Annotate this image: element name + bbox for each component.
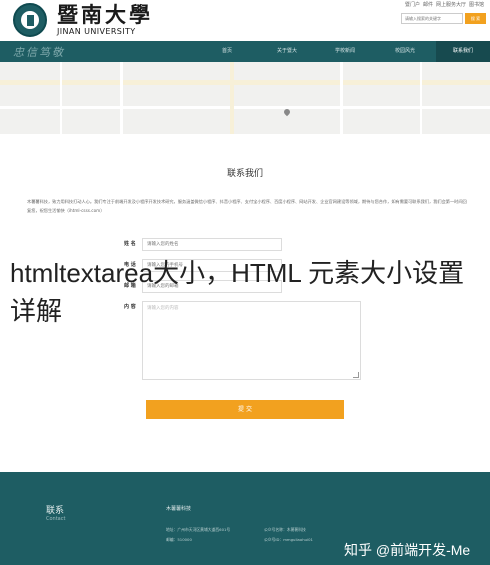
footer-postcode: 邮编：510000 xyxy=(166,537,192,542)
zhihu-watermark: 知乎 @前端开发-Me xyxy=(344,542,471,558)
map-road xyxy=(420,62,422,134)
search-input[interactable] xyxy=(401,13,463,24)
submit-button[interactable]: 提 交 xyxy=(146,400,344,419)
top-link-mail[interactable]: 邮件 xyxy=(423,2,433,8)
university-seal-logo[interactable] xyxy=(13,3,47,37)
nav-item-contact[interactable]: 联系我们 xyxy=(436,41,490,62)
top-link-portal[interactable]: 暨门户 xyxy=(405,2,420,8)
footer-address: 地址：广州市天河区黄埔大道西601号 xyxy=(166,527,231,532)
map-road xyxy=(230,62,234,134)
footer-subtitle: Contact xyxy=(46,516,66,522)
nav-item-about[interactable]: 关于暨大 xyxy=(267,41,307,62)
search-button[interactable]: 搜 索 xyxy=(465,13,486,24)
nav-item-news[interactable]: 学校新闻 xyxy=(325,41,365,62)
contact-intro: 木薯薯科技，致力用科技打动人心。我们专注于前端开发及小程序开发技术研究，服务涵盖… xyxy=(27,199,467,213)
nav-item-home[interactable]: 首页 xyxy=(207,41,247,62)
name-field[interactable] xyxy=(142,238,282,251)
map-road xyxy=(0,80,490,85)
overlay-caption: htmltextarea大小，HTML 元素大小设置详解 xyxy=(10,258,465,326)
name-label: 姓 名 xyxy=(124,241,136,247)
resize-handle-icon[interactable] xyxy=(353,372,359,378)
map-road xyxy=(340,62,343,134)
top-link-service[interactable]: 网上服务大厅 xyxy=(436,2,466,8)
nav-motto: 忠信笃敬 xyxy=(13,46,65,59)
contact-title: 联系我们 xyxy=(226,169,263,179)
footer-wechat-name: 公众号名称：木薯薯科技 xyxy=(264,527,306,532)
footer-wechat-id: 公众号ID：mmguliaohui01 xyxy=(264,537,313,542)
logo-chinese-name[interactable]: 暨南大學 xyxy=(57,3,153,27)
location-map[interactable] xyxy=(0,62,490,134)
top-links: 暨门户 邮件 网上服务大厅 图书馆 xyxy=(402,1,484,8)
top-link-library[interactable]: 图书馆 xyxy=(469,2,484,8)
map-road xyxy=(60,62,62,134)
nav-item-campus[interactable]: 校园风光 xyxy=(385,41,425,62)
map-road xyxy=(120,62,123,134)
logo-english-name: JINAN UNIVERSITY xyxy=(57,27,136,36)
footer-title: 联系 xyxy=(46,506,65,516)
main-nav: 忠信笃敬 首页 关于暨大 学校新闻 校园风光 联系我们 xyxy=(0,41,490,62)
map-road xyxy=(0,106,490,109)
footer-company: 木薯薯科技 xyxy=(166,506,192,512)
site-header: 暨南大學 JINAN UNIVERSITY 暨门户邮件网上服务大厅图书馆 搜 索 xyxy=(0,0,490,41)
